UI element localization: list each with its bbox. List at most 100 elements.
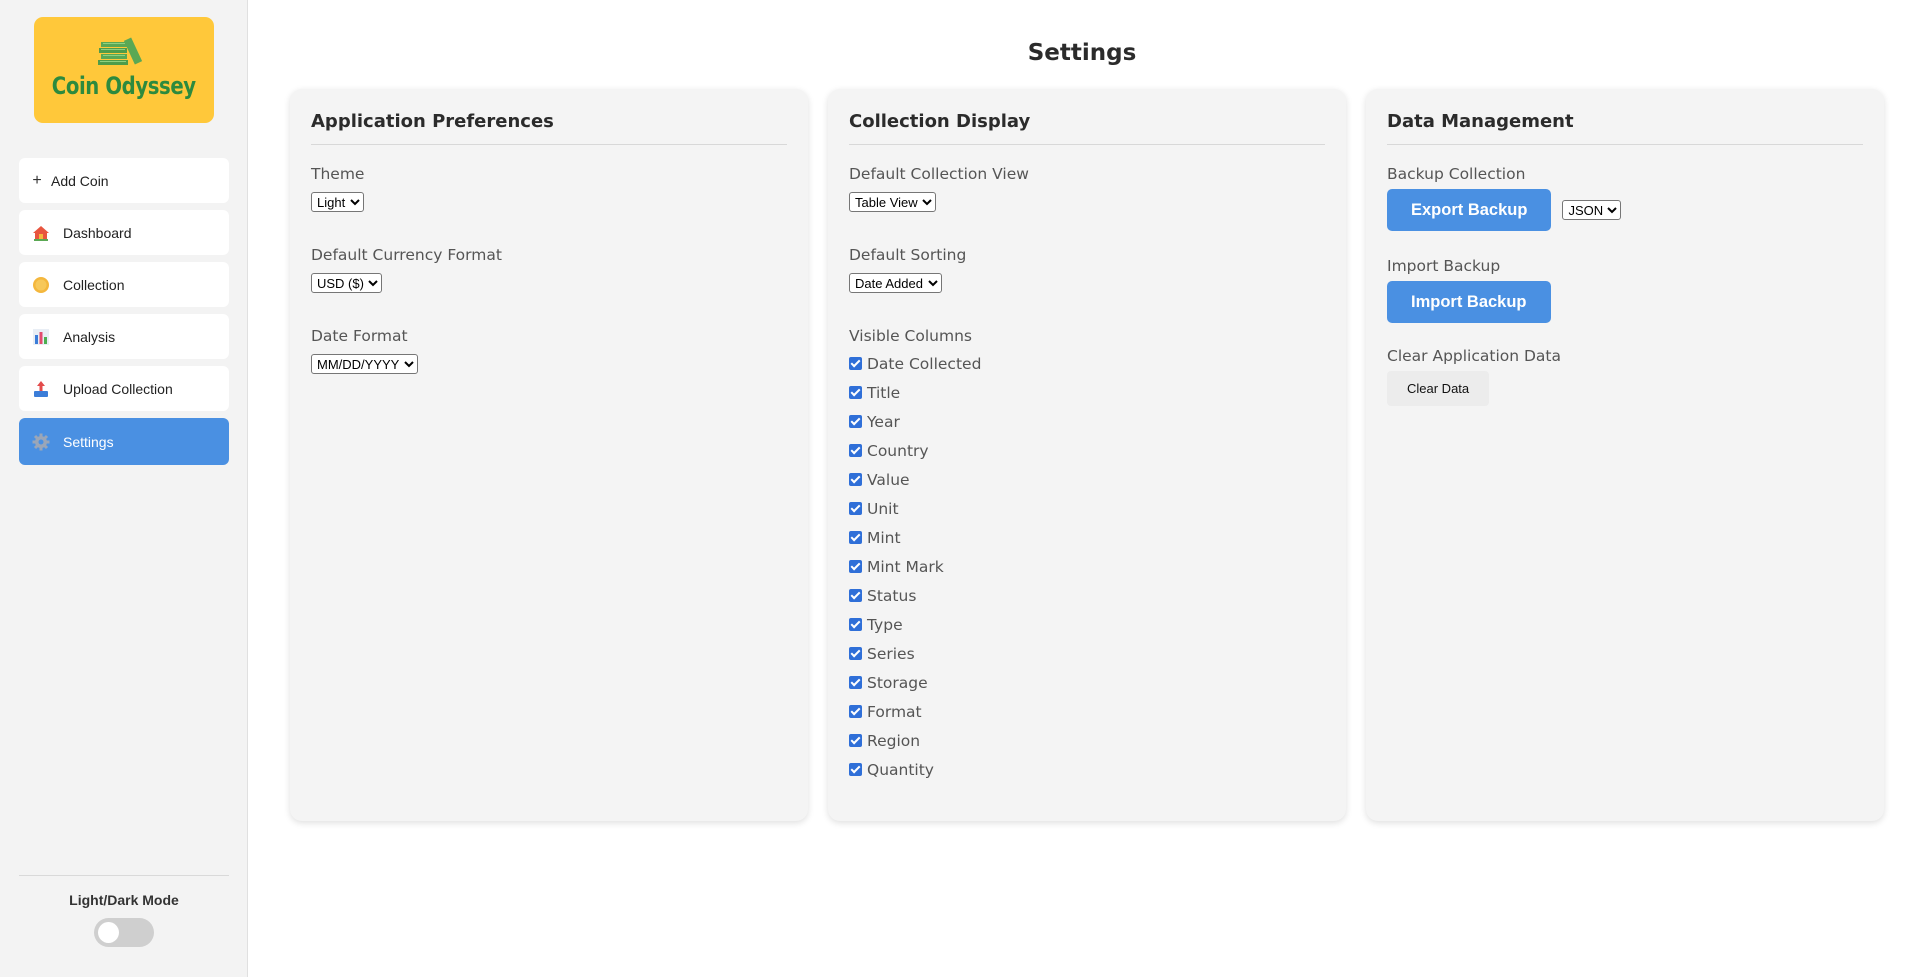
checkbox[interactable] [849, 502, 862, 515]
data-management-card: Data Management Backup Collection Export… [1366, 89, 1884, 821]
sidebar-item-label: Upload Collection [63, 380, 173, 397]
currency-field: Default Currency Format USD ($) [311, 246, 787, 293]
sidebar-item-settings[interactable]: Settings [19, 418, 229, 465]
sidebar-nav: + Add Coin Dashboard Collection Analysis… [19, 158, 229, 472]
import-backup-button[interactable]: Import Backup [1387, 281, 1551, 323]
checkbox-label: Status [867, 586, 917, 605]
checkbox[interactable] [849, 444, 862, 457]
checkbox[interactable] [849, 763, 862, 776]
column-checkbox-row[interactable]: Type [849, 610, 1325, 639]
checkbox-label: Format [867, 702, 922, 721]
application-preferences-card: Application Preferences Theme Light Defa… [290, 89, 808, 821]
checkbox-label: Series [867, 644, 915, 663]
main-content: Settings Application Preferences Theme L… [248, 0, 1916, 977]
clear-data-label: Clear Application Data [1387, 347, 1562, 365]
collection-display-card: Collection Display Default Collection Vi… [828, 89, 1346, 821]
sidebar-item-collection[interactable]: Collection [19, 262, 229, 307]
app-root: Coin Odyssey + Add Coin Dashboard Collec… [0, 0, 1916, 977]
dark-mode-toggle[interactable] [94, 918, 154, 947]
column-checkbox-row[interactable]: Mint Mark [849, 552, 1325, 581]
sidebar: Coin Odyssey + Add Coin Dashboard Collec… [0, 0, 248, 977]
date-format-field: Date Format MM/DD/YYYY [311, 327, 787, 374]
card-title: Application Preferences [311, 111, 787, 145]
checkbox[interactable] [849, 560, 862, 573]
checkbox[interactable] [849, 705, 862, 718]
import-label: Import Backup [1387, 257, 1501, 275]
clear-data-button[interactable]: Clear Data [1387, 371, 1490, 406]
visible-columns-list: Date Collected Title Year Country Value Unit M… [849, 349, 1325, 784]
checkbox-label: Quantity [867, 760, 934, 779]
checkbox[interactable] [849, 531, 862, 544]
clear-data-field: Clear Application Data Clear Data [1387, 347, 1863, 406]
checkbox[interactable] [849, 734, 862, 747]
checkbox-label: Year [867, 412, 900, 431]
column-checkbox-row[interactable]: Unit [849, 494, 1325, 523]
app-logo[interactable]: Coin Odyssey [34, 17, 214, 123]
checkbox[interactable] [849, 473, 862, 486]
mode-label: Light/Dark Mode [69, 892, 179, 908]
checkbox[interactable] [849, 618, 862, 631]
sidebar-item-add-coin[interactable]: + Add Coin [19, 158, 229, 203]
column-checkbox-row[interactable]: Country [849, 436, 1325, 465]
theme-label: Theme [311, 165, 365, 183]
plus-icon: + [32, 171, 42, 189]
sidebar-divider [19, 875, 229, 876]
checkbox-label: Title [867, 383, 901, 402]
checkbox[interactable] [849, 357, 862, 370]
backup-label: Backup Collection [1387, 165, 1526, 183]
backup-format-select[interactable]: JSON [1562, 200, 1622, 220]
column-checkbox-row[interactable]: Status [849, 581, 1325, 610]
collection-view-field: Default Collection View Table View [849, 165, 1325, 212]
column-checkbox-row[interactable]: Value [849, 465, 1325, 494]
column-checkbox-row[interactable]: Year [849, 407, 1325, 436]
checkbox[interactable] [849, 415, 862, 428]
currency-label: Default Currency Format [311, 246, 502, 264]
theme-select[interactable]: Light [311, 192, 364, 212]
sidebar-item-label: Collection [63, 276, 125, 293]
checkbox-label: Region [867, 731, 921, 750]
column-checkbox-row[interactable]: Date Collected [849, 349, 1325, 378]
house-icon [31, 223, 51, 243]
export-backup-button[interactable]: Export Backup [1387, 189, 1552, 231]
checkbox-label: Mint [867, 528, 901, 547]
collection-view-select[interactable]: Table View [849, 192, 936, 212]
sidebar-item-label: Dashboard [63, 224, 132, 241]
theme-field: Theme Light [311, 165, 787, 212]
checkbox-label: Date Collected [867, 354, 982, 373]
checkbox[interactable] [849, 386, 862, 399]
sorting-field: Default Sorting Date Added [849, 246, 1325, 293]
column-checkbox-row[interactable]: Series [849, 639, 1325, 668]
checkbox[interactable] [849, 647, 862, 660]
visible-columns-field: Visible Columns Date Collected Title Year C… [849, 327, 1325, 784]
checkbox-label: Type [867, 615, 903, 634]
upload-icon [31, 379, 51, 399]
bar-chart-icon [31, 327, 51, 347]
column-checkbox-row[interactable]: Region [849, 726, 1325, 755]
checkbox-label: Mint Mark [867, 557, 944, 576]
backup-row: Export Backup JSON [1387, 189, 1863, 231]
currency-select[interactable]: USD ($) [311, 273, 382, 293]
toggle-knob [98, 922, 119, 943]
checkbox[interactable] [849, 676, 862, 689]
sidebar-item-label: Settings [63, 433, 114, 450]
sidebar-item-upload-collection[interactable]: Upload Collection [19, 366, 229, 411]
column-checkbox-row[interactable]: Title [849, 378, 1325, 407]
checkbox-label: Storage [867, 673, 928, 692]
checkbox-label: Country [867, 441, 929, 460]
sidebar-item-dashboard[interactable]: Dashboard [19, 210, 229, 255]
checkbox[interactable] [849, 589, 862, 602]
gear-icon [31, 432, 51, 452]
sidebar-item-label: Add Coin [51, 172, 109, 189]
page-title: Settings [1027, 40, 1137, 66]
sorting-label: Default Sorting [849, 246, 967, 264]
checkbox-label: Unit [867, 499, 899, 518]
date-format-label: Date Format [311, 327, 408, 345]
column-checkbox-row[interactable]: Quantity [849, 755, 1325, 784]
sorting-select[interactable]: Date Added [849, 273, 942, 293]
column-checkbox-row[interactable]: Format [849, 697, 1325, 726]
column-checkbox-row[interactable]: Mint [849, 523, 1325, 552]
date-format-select[interactable]: MM/DD/YYYY [311, 354, 418, 374]
logo-text: Coin Odyssey [52, 72, 196, 100]
column-checkbox-row[interactable]: Storage [849, 668, 1325, 697]
sidebar-item-analysis[interactable]: Analysis [19, 314, 229, 359]
